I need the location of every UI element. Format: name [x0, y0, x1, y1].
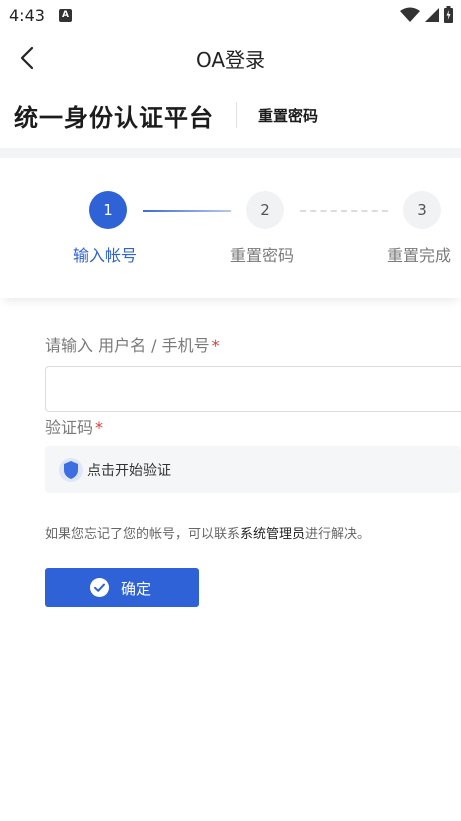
status-icons — [400, 6, 453, 23]
status-time: 4:43 — [9, 6, 45, 25]
page-title: OA登录 — [195, 48, 266, 72]
platform-header: 统一身份认证平台 重置密码 — [0, 96, 461, 136]
confirm-button[interactable]: 确定 — [45, 568, 199, 607]
step-3-circle: 3 — [403, 191, 441, 229]
captcha-label: 验证码 * — [45, 414, 103, 438]
captcha-verify-button[interactable]: 点击开始验证 — [45, 446, 461, 493]
username-label: 请输入 用户名 / 手机号 * — [45, 332, 220, 356]
signal-icon — [425, 7, 439, 22]
section-separator — [0, 148, 461, 158]
step-connector-pending — [300, 210, 388, 212]
reset-password-link[interactable]: 重置密码 — [258, 105, 318, 126]
step-1-circle: 1 — [89, 191, 127, 229]
step-3-label: 重置完成 — [387, 246, 452, 265]
check-circle-icon — [90, 578, 109, 597]
nav-bar: OA登录 — [0, 32, 461, 84]
username-input[interactable] — [45, 366, 461, 412]
step-2-circle: 2 — [246, 191, 284, 229]
steps-card: 1 2 3 输入帐号 重置密码 重置完成 — [0, 158, 461, 298]
help-prefix: 如果您忘记了您的帐号，可以联系 — [45, 527, 241, 542]
platform-title: 统一身份认证平台 — [14, 104, 214, 132]
step-2-label: 重置密码 — [230, 246, 295, 265]
step-connector-completed — [143, 210, 231, 212]
confirm-label: 确定 — [121, 581, 152, 598]
header-divider — [236, 102, 237, 128]
captcha-label-text: 验证码 — [45, 418, 94, 437]
verify-text: 点击开始验证 — [87, 463, 171, 479]
battery-icon — [444, 6, 453, 23]
shield-icon — [59, 458, 83, 482]
username-label-text: 请输入 用户名 / 手机号 — [45, 336, 210, 355]
step-1-label: 输入帐号 — [73, 246, 138, 265]
status-bar: 4:43 A — [0, 0, 461, 32]
help-text: 如果您忘记了您的帐号，可以联系系统管理员进行解决。 — [45, 523, 370, 542]
help-suffix: 进行解决。 — [305, 527, 371, 542]
admin-contact-link[interactable]: 系统管理员 — [240, 527, 305, 542]
required-mark: * — [211, 336, 220, 355]
required-mark: * — [95, 418, 104, 437]
notification-a-icon: A — [59, 9, 72, 22]
wifi-icon — [400, 7, 420, 22]
